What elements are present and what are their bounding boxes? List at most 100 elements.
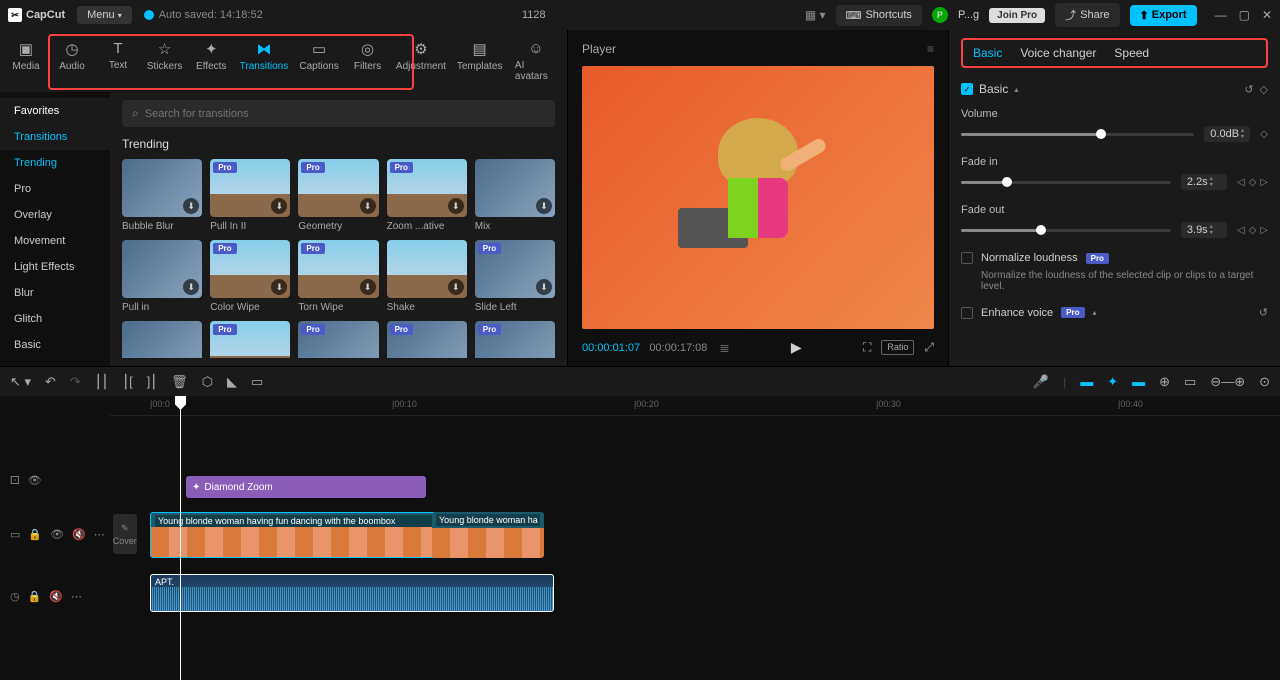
reset-icon[interactable]: ↺ xyxy=(1259,306,1268,319)
fit-icon[interactable]: ⊙ xyxy=(1259,374,1270,390)
undo-button[interactable]: ↶ xyxy=(45,374,56,390)
keyframe-icon[interactable]: ◇ xyxy=(1260,129,1268,140)
normalize-checkbox[interactable] xyxy=(961,252,973,264)
fadeout-value[interactable]: 3.9s▴▾ xyxy=(1181,222,1227,238)
magnet-tool[interactable]: ▬ xyxy=(1080,374,1093,389)
sidebar-item-glitch[interactable]: Glitch xyxy=(0,306,110,332)
sidebar-item-pro[interactable]: Pro xyxy=(0,176,110,202)
lock-icon[interactable]: 🔒 xyxy=(28,590,42,603)
visible-icon[interactable]: 👁 xyxy=(28,474,42,487)
minimize-icon[interactable]: — xyxy=(1215,8,1227,22)
player-viewport[interactable] xyxy=(582,66,934,329)
fullscreen-icon[interactable]: ⤢ xyxy=(924,340,934,355)
download-icon[interactable]: ⬇ xyxy=(448,198,464,214)
mic-icon[interactable]: 🎤 xyxy=(1033,374,1049,390)
basic-checkbox[interactable]: ✓ xyxy=(961,83,973,95)
player-menu-icon[interactable]: ≡ xyxy=(927,42,934,56)
keyframe-icon[interactable]: ◇ xyxy=(1249,225,1257,236)
effect-track-head[interactable]: ⚀ 👁 xyxy=(0,466,110,494)
fadeout-slider[interactable] xyxy=(961,229,1171,232)
ratio-button[interactable]: Ratio xyxy=(881,340,914,355)
share-button[interactable]: ⤴ Share xyxy=(1055,3,1119,27)
tab-ai-avatars[interactable]: ☺AI avatars xyxy=(509,36,563,86)
marker-tool[interactable]: ◣ xyxy=(227,374,237,390)
avatar[interactable]: P xyxy=(932,7,948,23)
download-icon[interactable]: ⬇ xyxy=(448,279,464,295)
lock-icon[interactable]: ⚀ xyxy=(10,474,20,487)
volume-slider[interactable] xyxy=(961,133,1194,136)
split-left-tool[interactable]: ⎮[ xyxy=(122,374,132,390)
transition-item[interactable]: Pro⬇Slide Left xyxy=(475,240,555,313)
transition-item[interactable]: Pro⬇ xyxy=(475,321,555,358)
tab-audio[interactable]: ◷Audio xyxy=(50,36,94,86)
export-button[interactable]: ⬆ Export xyxy=(1130,5,1197,26)
maximize-icon[interactable]: ▢ xyxy=(1239,8,1250,22)
download-icon[interactable]: ⬇ xyxy=(183,198,199,214)
lock-icon[interactable]: 🔒 xyxy=(28,528,42,541)
tool-icon[interactable]: ⊕ xyxy=(1159,374,1170,390)
search-input[interactable]: ⌕ xyxy=(122,100,555,127)
reset-icon[interactable]: ↺ xyxy=(1244,83,1253,96)
transition-item[interactable]: ⬇Bubble Blur xyxy=(122,159,202,232)
transition-item[interactable]: ⬇Mix xyxy=(475,159,555,232)
sidebar-item-basic[interactable]: Basic xyxy=(0,332,110,358)
transition-item[interactable]: ⬇Shake xyxy=(387,240,467,313)
list-icon[interactable]: ≣ xyxy=(719,341,729,355)
crop-icon[interactable]: ⛶ xyxy=(863,340,871,355)
tab-basic[interactable]: Basic xyxy=(973,46,1002,60)
keyframe-next-icon[interactable]: ▷ xyxy=(1260,225,1268,236)
tab-transitions[interactable]: ⧓Transitions xyxy=(235,36,292,86)
volume-value[interactable]: 0.0dB▴▾ xyxy=(1204,126,1250,142)
transition-item[interactable]: Pro⬇Color Wipe xyxy=(210,240,290,313)
download-icon[interactable]: ⬇ xyxy=(183,279,199,295)
delete-button[interactable]: 🗑 xyxy=(171,374,188,390)
play-button[interactable]: ▶ xyxy=(791,339,802,356)
redo-button[interactable]: ↷ xyxy=(70,374,81,390)
tab-text[interactable]: TText xyxy=(96,36,140,86)
zoom-out-icon[interactable]: ⊖—⊕ xyxy=(1210,374,1245,390)
split-tool[interactable]: ⎮⎮ xyxy=(95,374,109,390)
tab-templates[interactable]: ▤Templates xyxy=(452,36,507,86)
playhead[interactable] xyxy=(180,396,181,680)
mute-icon[interactable]: 🔇 xyxy=(72,528,86,541)
keyframe-icon[interactable]: ◇ xyxy=(1260,83,1268,96)
link-tool[interactable]: ▬ xyxy=(1132,374,1145,389)
keyframe-prev-icon[interactable]: ◁ xyxy=(1237,177,1245,188)
enhance-checkbox[interactable] xyxy=(961,307,973,319)
sidebar-item-transitions[interactable]: Transitions xyxy=(0,124,110,150)
sidebar-item-trending[interactable]: Trending xyxy=(0,150,110,176)
sidebar-item-light-effects[interactable]: Light Effects xyxy=(0,254,110,280)
track-icon[interactable]: ▭ xyxy=(10,528,20,541)
keyframe-prev-icon[interactable]: ◁ xyxy=(1237,225,1245,236)
shortcuts-button[interactable]: ⌨ Shortcuts xyxy=(836,5,922,26)
search-field[interactable] xyxy=(145,108,545,120)
split-right-tool[interactable]: ]⎮ xyxy=(147,374,157,390)
sidebar-item-movement[interactable]: Movement xyxy=(0,228,110,254)
tool-icon[interactable]: ▭ xyxy=(1184,374,1196,390)
join-pro-button[interactable]: Join Pro xyxy=(989,8,1045,23)
transition-item[interactable]: Pro⬇ xyxy=(210,321,290,358)
transition-item[interactable]: Pro⬇Pull In II xyxy=(210,159,290,232)
visible-icon[interactable]: 👁 xyxy=(50,528,64,541)
video-track-head[interactable]: ▭ 🔒 👁 🔇 ⋯ ✎ Cover xyxy=(0,506,110,562)
more-icon[interactable]: ⋯ xyxy=(94,528,105,541)
tab-captions[interactable]: ▭Captions xyxy=(295,36,344,86)
layout-icon[interactable]: ▦ ▾ xyxy=(805,8,826,22)
timeline-ruler[interactable]: |00:0|00:10|00:20|00:30|00:40 xyxy=(110,396,1280,416)
close-icon[interactable]: ✕ xyxy=(1262,8,1272,22)
audio-track-head[interactable]: ◷ 🔒 🔇 ⋯ xyxy=(0,574,110,618)
tab-effects[interactable]: ✦Effects xyxy=(189,36,233,86)
select-tool[interactable]: ↖ ▾ xyxy=(10,374,31,390)
transition-item[interactable]: Pro⬇Torn Wipe xyxy=(298,240,378,313)
more-icon[interactable]: ⋯ xyxy=(71,590,82,603)
transition-item[interactable]: ⬇ xyxy=(122,321,202,358)
tab-stickers[interactable]: ☆Stickers xyxy=(142,36,187,86)
sidebar-item-favorites[interactable]: Favorites xyxy=(0,98,110,124)
video-clip-2[interactable]: Young blonde woman ha xyxy=(432,512,544,558)
download-icon[interactable]: ⬇ xyxy=(536,279,552,295)
transition-item[interactable]: Pro⬇ xyxy=(387,321,467,358)
download-icon[interactable]: ⬇ xyxy=(271,198,287,214)
project-title[interactable]: 1128 xyxy=(275,9,793,21)
download-icon[interactable]: ⬇ xyxy=(360,279,376,295)
tab-media[interactable]: ▣Media xyxy=(4,36,48,86)
